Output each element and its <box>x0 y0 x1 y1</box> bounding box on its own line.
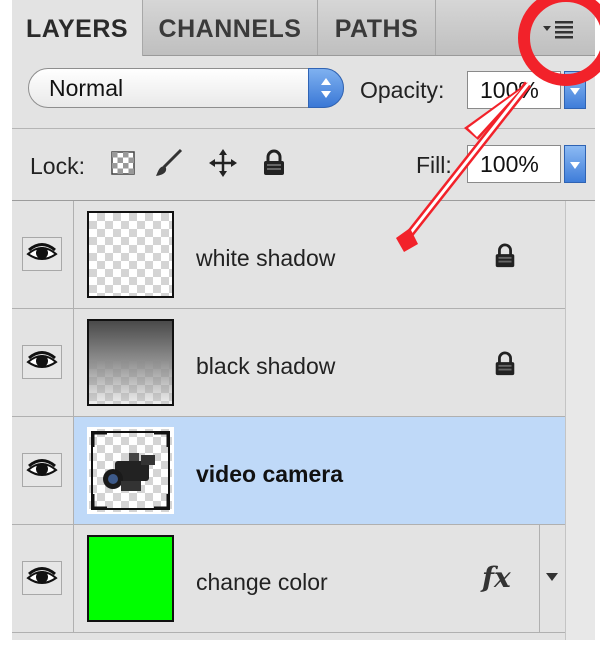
chevron-down-icon <box>570 88 580 95</box>
padlock-glyph <box>495 351 515 376</box>
move-lock-glyph <box>209 149 237 177</box>
tab-channels[interactable]: CHANNELS <box>143 0 318 55</box>
tab-paths[interactable]: PATHS <box>318 0 436 55</box>
triangle-down-icon <box>546 573 558 581</box>
lock-label: Lock: <box>30 153 85 179</box>
visibility-cell <box>12 201 74 308</box>
padlock-icon <box>492 241 518 271</box>
layer-effects-icon[interactable]: fx <box>482 561 511 594</box>
layer-thumbnail[interactable] <box>87 535 174 622</box>
up-down-arrows-icon <box>321 78 331 98</box>
eye-icon[interactable] <box>22 453 62 487</box>
divider <box>12 128 595 129</box>
blend-mode-value: Normal <box>49 75 124 101</box>
fill-input[interactable]: 100% <box>467 145 561 183</box>
brush-lock-icon[interactable] <box>154 148 183 178</box>
layer-thumbnail[interactable] <box>87 319 174 406</box>
padlock-glyph <box>495 243 515 268</box>
opacity-label: Opacity: <box>360 77 445 103</box>
eye-glyph <box>26 567 58 584</box>
effects-expand-toggle[interactable] <box>539 525 565 632</box>
dark-gradient-preview <box>89 321 172 404</box>
layer-thumbnail[interactable] <box>87 427 174 514</box>
tab-layers[interactable]: LAYERS <box>12 0 143 56</box>
layer-row-white-shadow[interactable]: white shadow <box>12 201 565 309</box>
transparent-pixels-lock-glyph <box>111 151 135 175</box>
layer-name[interactable]: video camera <box>196 461 343 488</box>
layer-row-video-camera[interactable]: video camera <box>12 417 565 525</box>
visibility-cell <box>12 309 74 416</box>
visibility-cell <box>12 525 74 632</box>
move-lock-icon[interactable] <box>208 148 237 178</box>
opacity-input[interactable]: 100% <box>467 71 561 109</box>
blend-mode-select[interactable]: Normal <box>28 68 344 108</box>
fill-label: Fill: <box>416 152 452 178</box>
fill-dropdown-button[interactable] <box>564 145 586 183</box>
eye-glyph <box>26 351 58 368</box>
layer-thumbnail[interactable] <box>87 211 174 298</box>
eye-icon[interactable] <box>22 561 62 595</box>
layer-name[interactable]: white shadow <box>196 245 335 272</box>
layer-name[interactable]: black shadow <box>196 353 335 380</box>
eye-icon[interactable] <box>22 345 62 379</box>
blend-mode-stepper-icon[interactable] <box>308 68 344 108</box>
layer-name[interactable]: change color <box>196 569 328 596</box>
eye-icon[interactable] <box>22 237 62 271</box>
padlock-icon[interactable] <box>260 148 288 178</box>
layers-scrollbar[interactable] <box>565 201 595 640</box>
brush-lock-glyph <box>156 148 183 176</box>
padlock-icon <box>492 349 518 379</box>
panel-menu-icon-glyph <box>543 21 573 39</box>
eye-glyph <box>26 459 58 476</box>
opacity-dropdown-button[interactable] <box>564 71 586 109</box>
layer-row-black-shadow[interactable]: black shadow <box>12 309 565 417</box>
video-camera-icon <box>91 431 170 510</box>
panel-menu-icon[interactable] <box>537 14 577 44</box>
padlock-glyph <box>264 149 284 175</box>
visibility-cell <box>12 417 74 524</box>
chevron-down-icon <box>570 162 580 169</box>
layers-list: white shadow black shadow video camera c… <box>12 201 565 633</box>
transparent-pixels-lock-icon[interactable] <box>110 148 138 178</box>
eye-glyph <box>26 243 58 260</box>
layers-panel: LAYERS CHANNELS PATHS Normal Opacity: 10… <box>12 0 595 640</box>
layer-row-change-color[interactable]: change color fx <box>12 525 565 633</box>
panel-tab-bar: LAYERS CHANNELS PATHS <box>12 0 595 56</box>
